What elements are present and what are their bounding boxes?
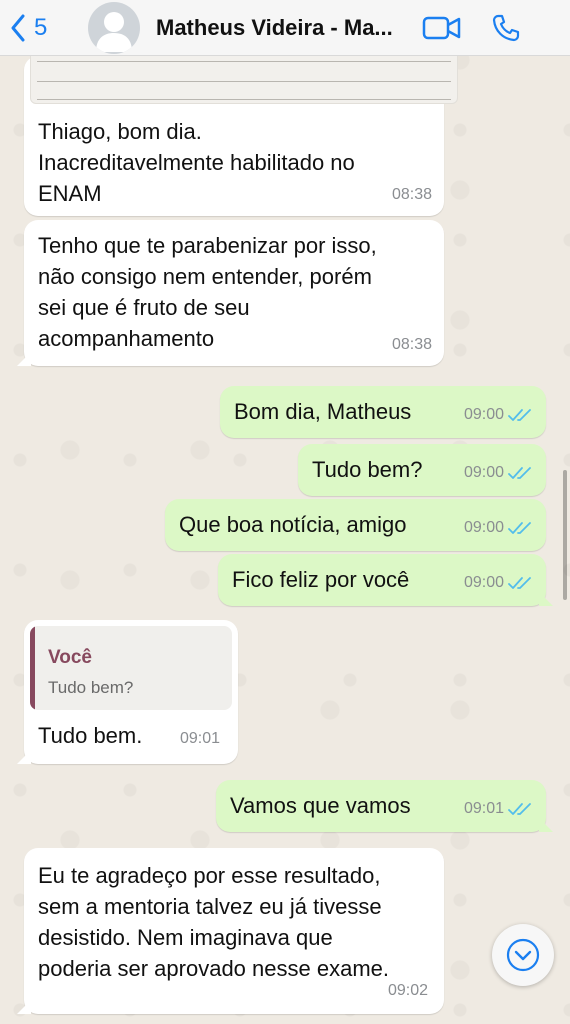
quote-text: Tudo bem? — [48, 678, 134, 697]
quote-author: Você — [48, 647, 93, 668]
unread-count: 5 — [34, 13, 48, 41]
message-time: 09:00 — [464, 567, 532, 598]
bubble-tail — [17, 352, 31, 366]
chevron-down-circle-icon — [506, 938, 540, 972]
message-incoming[interactable]: Você Tudo bem? Tudo bem. 09:01 — [17, 620, 238, 764]
message-text: desistido. Nem imaginava que — [38, 925, 333, 950]
scrollbar[interactable] — [563, 470, 567, 600]
phone-icon — [492, 14, 520, 41]
back-button[interactable]: 5 — [10, 6, 82, 50]
message-time: 09:01 — [464, 793, 532, 824]
message-text: sei que é fruto de seu — [38, 295, 250, 320]
message-incoming[interactable]: Thiago, bom dia. Inacreditavelmente habi… — [24, 56, 458, 216]
voice-call-button[interactable] — [482, 6, 530, 50]
bubble-tail — [539, 818, 553, 832]
message-text: ENAM — [38, 181, 102, 206]
double-check-icon — [508, 408, 531, 421]
message-text: sem a mentoria talvez eu já tivesse — [38, 894, 382, 919]
message-text: Vamos que vamos — [230, 793, 411, 818]
double-check-icon — [508, 576, 531, 589]
message-text: Fico feliz por você — [232, 567, 410, 592]
message-outgoing[interactable]: Que boa notícia, amigo 09:00 — [165, 499, 546, 551]
double-check-icon — [508, 521, 531, 534]
message-outgoing[interactable]: Vamos que vamos 09:01 — [216, 780, 553, 832]
message-text: Tudo bem? — [312, 457, 423, 482]
image-text-line — [37, 61, 451, 62]
quoted-message[interactable]: Você Tudo bem? — [30, 626, 232, 710]
video-call-button[interactable] — [418, 6, 466, 50]
message-time: 09:00 — [464, 399, 532, 430]
image-text-line — [37, 81, 451, 82]
message-time: 08:38 — [391, 186, 432, 203]
message-outgoing[interactable]: Bom dia, Matheus 09:00 — [220, 386, 546, 438]
message-time: 09:00 — [464, 512, 532, 543]
message-list[interactable]: Thiago, bom dia. Inacreditavelmente habi… — [0, 56, 570, 1024]
bubble-tail — [17, 750, 31, 764]
message-outgoing[interactable]: Tudo bem? 09:00 — [298, 444, 546, 496]
bubble-tail — [17, 1000, 31, 1014]
message-text: Que boa notícia, amigo — [179, 512, 407, 537]
double-check-icon — [508, 466, 531, 479]
message-time: 08:38 — [391, 336, 432, 353]
message-text: Tudo bem. — [38, 723, 143, 748]
message-outgoing[interactable]: Fico feliz por você 09:00 — [218, 554, 553, 606]
message-incoming[interactable]: Tenho que te parabenizar por isso, não c… — [17, 220, 444, 366]
message-time: 09:01 — [179, 730, 220, 747]
attached-image[interactable] — [30, 56, 458, 104]
message-text: acompanhamento — [38, 326, 215, 351]
chevron-left-icon — [11, 14, 25, 41]
message-text: Thiago, bom dia. — [38, 119, 202, 144]
message-incoming[interactable]: Eu te agradeço por esse resultado, sem a… — [17, 848, 444, 1014]
message-text: Inacreditavelmente habilitado no — [38, 150, 355, 175]
bubble-tail — [539, 592, 553, 606]
double-check-icon — [508, 802, 531, 815]
contact-avatar[interactable] — [88, 1, 140, 54]
quote-accent-bar — [30, 626, 35, 710]
video-camera-icon — [422, 16, 461, 39]
message-text: poderia ser aprovado nesse exame. — [38, 956, 389, 981]
chat-header: 5 Matheus Videira - Ma... — [0, 0, 570, 56]
person-icon — [96, 11, 132, 52]
image-text-line — [37, 99, 451, 100]
scroll-to-bottom-button[interactable] — [492, 924, 554, 986]
message-text: não consigo nem entender, porém — [38, 264, 372, 289]
message-text: Tenho que te parabenizar por isso, — [38, 233, 377, 258]
message-text: Bom dia, Matheus — [234, 399, 412, 424]
contact-name[interactable]: Matheus Videira - Ma... — [156, 15, 410, 41]
message-time: 09:02 — [387, 982, 428, 999]
message-time: 09:00 — [464, 457, 532, 488]
message-text: Eu te agradeço por esse resultado, — [38, 863, 381, 888]
